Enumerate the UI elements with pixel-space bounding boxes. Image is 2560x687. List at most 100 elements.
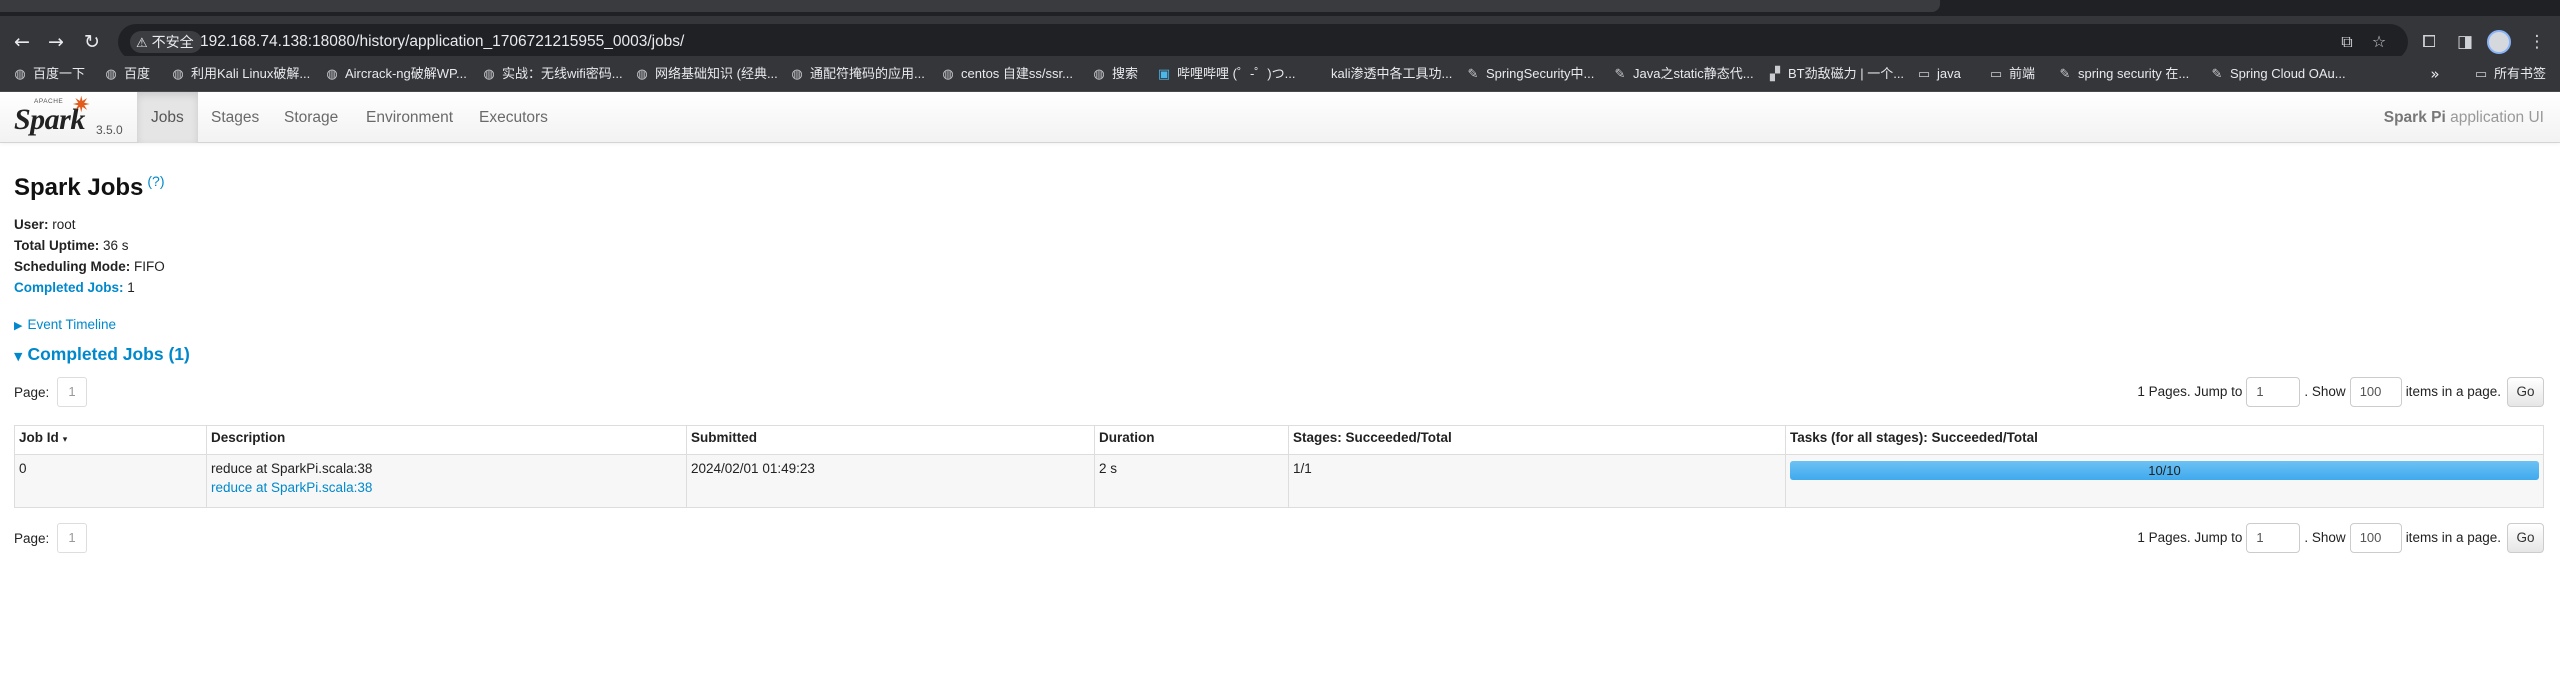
pagination-bottom: Page: 1 1 Pages. Jump to 1. Show 100 items … <box>14 521 2544 555</box>
job-description-link[interactable]: reduce at SparkPi.scala:38 <box>211 480 682 495</box>
event-timeline-toggle[interactable]: ▶ Event Timeline <box>14 317 116 332</box>
page-number[interactable]: 1 <box>57 523 87 553</box>
globe-icon: ◍ <box>942 67 954 82</box>
completed-jobs-header[interactable]: ▼ Completed Jobs (1) <box>14 344 190 365</box>
completed-jobs-table: Job Id ▾ Description Submitted Duration S… <box>14 425 2544 508</box>
bookmark-item[interactable]: ◍ Aircrack-ng破解WP... <box>324 56 467 92</box>
bookmark-item[interactable]: ▞ BT劲敌磁力 | 一个... <box>1767 56 1904 92</box>
bookmark-item[interactable]: ▣ 哔哩哔哩 (゜-゜)つ... <box>1156 56 1296 92</box>
table-row: 0 reduce at SparkPi.scala:38 reduce at Sp… <box>14 454 2544 508</box>
bookmark-item[interactable]: ✎ spring security 在... <box>2057 56 2190 92</box>
completed-jobs-info: Completed Jobs: 1 <box>14 280 135 295</box>
page-size-input[interactable]: 100 <box>2349 523 2402 553</box>
column-header-tasks[interactable]: Tasks (for all stages): Succeeded/Total <box>1785 425 2544 455</box>
stages-cell: 1/1 <box>1288 454 1786 508</box>
sort-desc-icon: ▾ <box>62 435 68 445</box>
folder-icon: ▭ <box>1917 67 1931 82</box>
folder-icon: ▭ <box>2474 67 2488 82</box>
jump-to-page-input[interactable]: 1 <box>2246 377 2301 407</box>
caret-down-icon: ▼ <box>14 350 23 363</box>
spark-star-icon: ✷ <box>72 93 91 118</box>
bookmark-item[interactable]: ◍ 网络基础知识 (经典... <box>634 56 777 92</box>
submitted-cell: 2024/02/01 01:49:23 <box>686 454 1095 508</box>
duration-cell: 2 s <box>1094 454 1289 508</box>
bookmark-folder[interactable]: ▭ java <box>1916 56 1961 92</box>
jump-to-page-input[interactable]: 1 <box>2246 523 2301 553</box>
go-button[interactable]: Go <box>2507 377 2544 407</box>
warning-icon: ⚠ <box>136 36 148 51</box>
chevron-double-right-icon[interactable]: » <box>2425 56 2445 92</box>
site-icon: ✎ <box>1467 67 1479 82</box>
bookmark-item[interactable]: ✎ Spring Cloud OAu... <box>2209 56 2346 92</box>
bookmark-item[interactable]: ◍ 实战：无线wifi密码... <box>481 56 622 92</box>
bookmark-folder[interactable]: ▭ 前端 <box>1988 56 2035 92</box>
extensions-icon[interactable]: ⧠ <box>2417 30 2441 54</box>
tasks-cell: 10/10 <box>1785 454 2544 508</box>
profile-avatar[interactable] <box>2487 30 2511 54</box>
bookmark-item[interactable]: ✎ SpringSecurity中... <box>1465 56 1595 92</box>
all-bookmarks[interactable]: ▭ 所有书签 <box>2473 56 2546 92</box>
bookmark-item[interactable]: ◍ 百度一下 <box>12 56 85 92</box>
caret-right-icon: ▶ <box>14 319 23 332</box>
help-link[interactable]: (?) <box>147 173 164 189</box>
side-panel-icon[interactable]: ◨ <box>2453 30 2477 54</box>
page-size-input[interactable]: 100 <box>2349 377 2402 407</box>
tasks-progress-bar: 10/10 <box>1790 461 2539 480</box>
column-header-stages[interactable]: Stages: Succeeded/Total <box>1288 425 1786 455</box>
folder-icon: ▭ <box>1989 67 2003 82</box>
spark-logo[interactable]: APACHE Spark ✷ 3.5.0 <box>14 95 134 141</box>
site-icon: ✎ <box>2059 67 2071 82</box>
column-header-submitted[interactable]: Submitted <box>686 425 1095 455</box>
tasks-progress-label: 10/10 <box>2148 463 2181 478</box>
url-text[interactable]: 192.168.74.138:18080/history/application… <box>200 24 684 60</box>
go-button[interactable]: Go <box>2507 523 2544 553</box>
page-content: Spark Jobs (?) User: root Total Uptime: 3… <box>0 143 2560 687</box>
job-id-cell: 0 <box>14 454 207 508</box>
application-name: Spark Pi application UI <box>2383 109 2544 126</box>
completed-jobs-link[interactable]: Completed Jobs: <box>14 280 124 295</box>
description-cell: reduce at SparkPi.scala:38 reduce at Spar… <box>206 454 687 508</box>
address-bar[interactable]: ⚠ 不安全 192.168.74.138:18080/history/applic… <box>118 24 2408 60</box>
column-header-job-id[interactable]: Job Id ▾ <box>14 425 207 455</box>
browser-tab[interactable] <box>0 0 1940 12</box>
menu-icon[interactable]: ⋮ <box>2525 30 2549 54</box>
bookmark-item[interactable]: ✎ Java之static静态代... <box>1612 56 1754 92</box>
back-icon[interactable]: ← <box>10 30 34 54</box>
spark-navbar: APACHE Spark ✷ 3.5.0 Jobs Stages Storage… <box>0 92 2560 143</box>
spark-version: 3.5.0 <box>96 123 123 137</box>
bookmark-item[interactable]: ◍ centos 自建ss/ssr... <box>940 56 1073 92</box>
forward-icon[interactable]: → <box>44 30 68 54</box>
page-title: Spark Jobs (?) <box>14 173 165 201</box>
tab-executors[interactable]: Executors <box>465 92 562 143</box>
bookmark-item[interactable]: ◍ 百度 <box>103 56 150 92</box>
globe-icon: ◍ <box>105 67 117 82</box>
bookmark-item[interactable]: ◍ 利用Kali Linux破解... <box>170 56 310 92</box>
bookmark-item[interactable]: ◍ 搜索 <box>1091 56 1138 92</box>
translate-icon[interactable]: ⧉ <box>2336 31 2358 53</box>
tab-jobs[interactable]: Jobs <box>137 92 198 143</box>
bookmark-item[interactable]: ◍ 通配符掩码的应用... <box>789 56 925 92</box>
globe-icon: ◍ <box>636 67 648 82</box>
column-header-description[interactable]: Description <box>206 425 687 455</box>
uptime-info: Total Uptime: 36 s <box>14 238 129 253</box>
site-icon: ▞ <box>1770 67 1780 82</box>
tab-storage[interactable]: Storage <box>270 92 352 143</box>
globe-icon: ◍ <box>483 67 495 82</box>
tab-environment[interactable]: Environment <box>352 92 467 143</box>
pagination-top: Page: 1 1 Pages. Jump to 1. Show 100 items … <box>14 375 2544 409</box>
security-indicator[interactable]: ⚠ 不安全 <box>130 31 202 53</box>
site-icon: ✎ <box>2211 67 2223 82</box>
table-header-row: Job Id ▾ Description Submitted Duration S… <box>14 425 2544 455</box>
column-header-duration[interactable]: Duration <box>1094 425 1289 455</box>
tab-stages[interactable]: Stages <box>197 92 273 143</box>
globe-icon: ◍ <box>14 67 26 82</box>
user-info: User: root <box>14 217 76 232</box>
globe-icon: ◍ <box>172 67 184 82</box>
globe-icon: ◍ <box>1093 67 1105 82</box>
page-jump-form: 1 Pages. Jump to 1. Show 100 items in a pag… <box>2137 375 2544 409</box>
bilibili-icon: ▣ <box>1157 67 1171 82</box>
star-icon[interactable]: ☆ <box>2368 31 2390 53</box>
page-number[interactable]: 1 <box>57 377 87 407</box>
reload-icon[interactable]: ↻ <box>80 30 104 54</box>
bookmark-item[interactable]: kali渗透中各工具功... <box>1310 56 1452 92</box>
